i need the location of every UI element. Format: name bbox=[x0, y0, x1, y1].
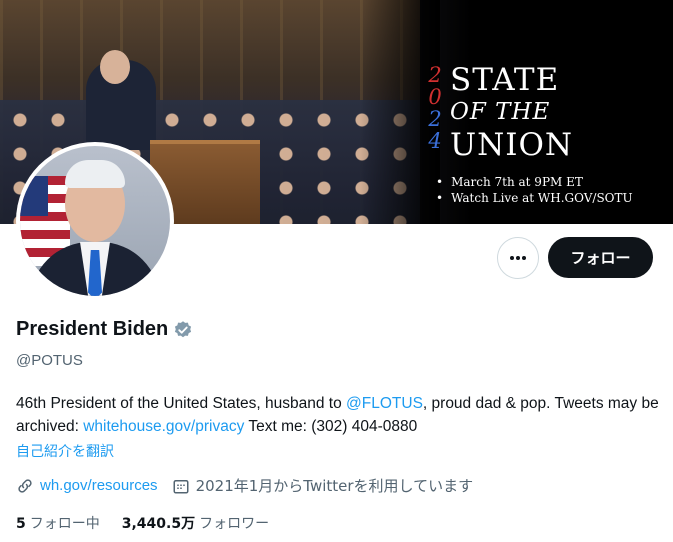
year-digit: 4 bbox=[428, 129, 442, 153]
sotu-title-line2: OF THE bbox=[450, 99, 551, 125]
profile-avatar[interactable] bbox=[16, 142, 174, 300]
sotu-details: March 7th at 9PM ET Watch Live at WH.GOV… bbox=[436, 174, 633, 206]
sotu-title-line3: UNION bbox=[450, 127, 574, 163]
follow-stats: 5 フォロー中 3,440.5万 フォロワー bbox=[16, 513, 291, 533]
sotu-year: 2 0 2 4 bbox=[424, 64, 446, 152]
translate-bio-link[interactable]: 自己紹介を翻訳 bbox=[16, 441, 114, 461]
calendar-icon bbox=[173, 479, 189, 493]
profile-name-row: President Biden bbox=[16, 318, 193, 341]
follow-button[interactable]: フォロー bbox=[548, 237, 653, 278]
verified-badge-icon[interactable] bbox=[173, 320, 193, 340]
more-horizontal-icon bbox=[510, 256, 526, 260]
profile-bio: 46th President of the United States, hus… bbox=[16, 392, 666, 438]
followers-count: 3,440.5万 bbox=[121, 516, 196, 532]
year-digit: 2 bbox=[428, 63, 442, 87]
avatar-photo bbox=[20, 146, 170, 296]
sotu-watch-live: Watch Live at WH.GOV/SOTU bbox=[436, 190, 633, 206]
followers-label: フォロワー bbox=[199, 516, 270, 532]
bio-url-link[interactable]: whitehouse.gov/privacy bbox=[83, 418, 244, 435]
following-count: 5 bbox=[16, 516, 26, 532]
sotu-title: STATE OF THE UNION bbox=[450, 64, 573, 162]
website-link[interactable]: wh.gov/resources bbox=[40, 477, 158, 494]
website-item[interactable]: wh.gov/resources bbox=[16, 477, 158, 495]
sotu-date: March 7th at 9PM ET bbox=[436, 174, 633, 190]
bio-text: 46th President of the United States, hus… bbox=[16, 395, 347, 412]
following-label: フォロー中 bbox=[29, 516, 100, 532]
sotu-graphic: 2 0 2 4 STATE OF THE UNION March 7th at … bbox=[424, 64, 654, 206]
more-options-button[interactable] bbox=[497, 237, 539, 279]
sotu-title-line1: STATE bbox=[450, 62, 560, 98]
link-icon bbox=[18, 478, 32, 493]
profile-meta: wh.gov/resources 2021年1月からTwitterを利用していま… bbox=[16, 475, 487, 496]
display-name: President Biden bbox=[16, 318, 169, 340]
user-handle: @POTUS bbox=[16, 352, 83, 369]
banner-speaker-head bbox=[100, 50, 130, 84]
bio-text: Text me: (302) 404-0880 bbox=[244, 418, 418, 435]
avatar-hair bbox=[65, 160, 125, 188]
year-digit: 2 bbox=[428, 107, 442, 131]
following-stat[interactable]: 5 フォロー中 bbox=[16, 513, 100, 533]
year-digit: 0 bbox=[428, 85, 442, 109]
followers-stat[interactable]: 3,440.5万 フォロワー bbox=[122, 513, 269, 533]
joined-date: 2021年1月からTwitterを利用しています bbox=[195, 477, 474, 495]
joined-item: 2021年1月からTwitterを利用しています bbox=[172, 475, 474, 496]
bio-mention-link[interactable]: @FLOTUS bbox=[346, 395, 423, 412]
